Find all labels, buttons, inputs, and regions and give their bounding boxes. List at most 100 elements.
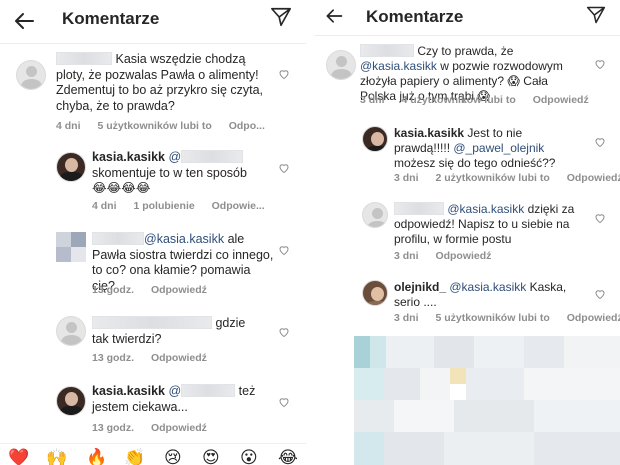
comment-time: 4 dni [56,120,81,132]
mention-link[interactable]: @kasia.kasikk [447,202,524,216]
comment-username[interactable]: olejnikd_ [394,280,446,294]
heart-icon[interactable] [278,326,290,338]
emoji-fire-button[interactable]: 🔥 [86,448,107,465]
emoji-text: 😱 [507,74,520,88]
comment-meta: 4 dni 5 użytkowników lubi to Odpo... [56,120,279,132]
reply-button[interactable]: Odpowiedź [533,94,589,106]
header: Komentarze [314,0,620,36]
reply-button[interactable]: Odpowiedź [151,422,207,434]
emoji-clap-button[interactable]: 👏 [124,448,145,465]
comment-username[interactable]: kasia.kasikk [92,150,165,164]
blurred-username [56,52,112,65]
emoji-crying-button[interactable]: 😢 [164,448,182,465]
mention-link[interactable]: @kasia.kasikk [449,280,526,294]
right-comments-screen: Komentarze Czy to prawda, że @kasia.kasi… [314,0,620,465]
avatar[interactable] [56,232,86,262]
paper-plane-icon[interactable] [586,5,606,25]
likes-count[interactable]: 1 polubienie [133,200,194,212]
emoji-reaction-bar: ❤️ 🙌 🔥 👏 😢 😍 😮 😂 [0,443,306,465]
comment-meta: 13 godz. Odpowiedź [92,352,221,364]
comment-time: 3 dni [394,250,419,262]
reply-button[interactable]: Odpowiedź [567,312,620,324]
comment-meta: 13 godz. Odpowiedź [92,422,221,434]
heart-icon[interactable] [278,162,290,174]
comment-username[interactable]: kasia.kasikk [92,384,165,398]
mention-link[interactable]: @ [168,384,181,398]
heart-icon[interactable] [594,212,606,224]
panel-divider [306,0,314,465]
avatar[interactable] [362,126,388,152]
emoji-laughing-button[interactable]: 😂 [278,448,298,465]
comment-text: @kasia.kasikk dzięki za odpowiedź! Napis… [394,202,575,246]
comment-reply-item: olejnikd_ @kasia.kasikk Kaska, serio ...… [314,278,620,330]
mention-link[interactable]: @kasia.kasikk [144,232,224,246]
likes-count[interactable]: 4 użytkowników lubi to [401,94,515,106]
comment-meta: 3 dni 5 użytkowników lubi to Odpowiedź [394,312,620,324]
comment-reply-item: @kasia.kasikk ale Pawła siostra twierdzi… [0,230,306,300]
comment-time: 13 godz. [92,352,135,364]
reply-button[interactable]: Odpowiedź [151,352,207,364]
avatar[interactable] [56,152,86,182]
mention-link[interactable]: @_pawel_olejnik [453,141,544,155]
avatar[interactable] [362,202,388,228]
comment-reply-item: gdzie tak twierdzi? 13 godz. Odpowiedź [0,314,306,368]
avatar[interactable] [362,280,388,306]
comment-text: kasia.kasikk Jest to nie prawdą!!!!! @_p… [394,126,556,170]
page-title: Komentarze [366,7,464,26]
arrow-left-icon[interactable] [324,6,344,26]
comment-time: 13 godz. [92,422,135,434]
emoji-heart-button[interactable]: ❤️ [8,448,29,465]
comment-reply-item: @kasia.kasikk dzięki za odpowiedź! Napis… [314,200,620,266]
comment-meta: 3 dni 2 użytkowników lubi to Odpowiedź [394,172,620,184]
paper-plane-icon[interactable] [270,6,292,28]
pixelated-censored-area [354,336,620,465]
page-title: Komentarze [62,9,160,28]
reply-button[interactable]: Odpowie... [212,200,265,212]
heart-icon[interactable] [594,288,606,300]
comment-item: Czy to prawda, że @kasia.kasikk w pozwie… [314,44,620,114]
heart-icon[interactable] [594,136,606,148]
avatar[interactable] [56,386,86,416]
heart-icon[interactable] [278,396,290,408]
mention-link[interactable]: @kasia.kasikk [360,59,437,73]
blurred-username [92,232,144,245]
comment-meta: 4 dni 1 polubienie Odpowie... [92,200,279,212]
heart-icon[interactable] [594,58,606,70]
blurred-username [92,316,212,329]
comment-item: Kasia wszędzie chodzą ploty, że pozwalas… [0,52,306,132]
likes-count[interactable]: 2 użytkowników lubi to [435,172,549,184]
comment-text: kasia.kasikk @ też jestem ciekawa... [92,384,256,414]
reply-button[interactable]: Odpowiedź [151,284,207,296]
comment-username[interactable]: kasia.kasikk [394,126,464,140]
reply-button[interactable]: Odpowiedź [567,172,620,184]
comment-text: kasia.kasikk @ skomentuje to w ten sposó… [92,150,247,195]
comment-time: 3 dni [394,312,419,324]
blurred-username [181,384,236,397]
likes-count[interactable]: 5 użytkowników lubi to [97,120,211,132]
avatar[interactable] [56,316,86,346]
header: Komentarze [0,0,306,44]
comment-meta: 3 dni 4 użytkowników lubi to Odpowiedź [360,94,603,106]
emoji-surprised-button[interactable]: 😮 [240,448,258,465]
comment-text: olejnikd_ @kasia.kasikk Kaska, serio ...… [394,280,567,309]
reply-button[interactable]: Odpowiedź [435,250,491,262]
arrow-left-icon[interactable] [12,9,36,33]
heart-icon[interactable] [278,244,290,256]
left-comments-screen: Komentarze Kasia wszędzie chodzą ploty, … [0,0,306,465]
comment-meta: 13 godz. Odpowiedź [92,284,221,296]
mention-link[interactable]: @ [168,150,181,164]
blurred-username [394,202,444,215]
comment-time: 3 dni [360,94,385,106]
emoji-heart-eyes-button[interactable]: 😍 [202,448,220,465]
comment-reply-item: kasia.kasikk @ skomentuje to w ten sposó… [0,148,306,218]
avatar[interactable] [16,60,46,90]
reply-button[interactable]: Odpo... [229,120,265,132]
avatar[interactable] [326,50,356,80]
heart-icon[interactable] [278,68,290,80]
comment-text: Kasia wszędzie chodzą ploty, że pozwalas… [56,52,264,113]
emoji-text: 😂😂😂😂 [92,181,151,195]
likes-count[interactable]: 5 użytkowników lubi to [435,312,549,324]
blurred-username [181,150,244,163]
emoji-raised-hands-button[interactable]: 🙌 [46,448,67,465]
comment-time: 3 dni [394,172,419,184]
